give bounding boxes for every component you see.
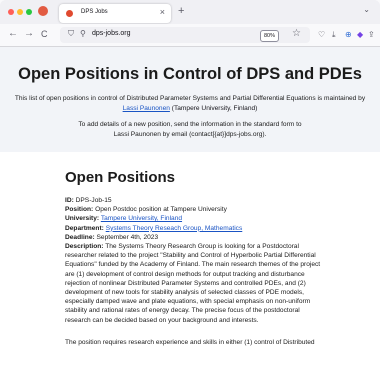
url-text[interactable]: dps-jobs.org [92,30,131,37]
share-icon[interactable]: ⇪ [368,30,375,40]
navigation-toolbar: ← → C ⛉ ⚲ dps-jobs.org 80% ☆ ♡ ⤓ ⊕ ◆ ⇪ [0,24,380,47]
maintainer-line: Lassi Paunonen (Tampere University, Finl… [0,105,380,112]
minimize-window-button[interactable] [17,9,23,15]
bookmark-star-icon[interactable]: ☆ [292,28,301,39]
job-id: DPS-Job-15 [75,197,112,204]
university-row: University: Tampere University, Finland [65,215,183,223]
list-tabs-button[interactable]: ⌄ [363,5,370,14]
address-bar[interactable]: ⛉ ⚲ dps-jobs.org 80% ☆ [60,27,310,43]
description-line: researcher related to the project "Stabi… [65,252,316,260]
submission-instructions: To add details of a new position, send t… [0,120,380,140]
reload-button[interactable]: C [41,28,48,40]
page-title: Open Positions in Control of DPS and PDE… [18,65,362,83]
maintainer-affiliation: (Tampere University, Finland) [171,105,258,112]
description-line: development of new tools for stability a… [65,289,304,297]
new-tab-button[interactable]: + [178,5,184,17]
university-link[interactable]: Tampere University, Finland [101,215,182,222]
extension-icon[interactable]: ◆ [357,30,363,40]
tab-close-icon[interactable]: × [160,7,165,18]
howto-line-2: Lassi Paunonen by email (contact[{at}]dp… [113,131,267,138]
position-value: Open Postdoc position at Tampere Univers… [95,206,227,214]
job-listing: ID: DPS-Job-15 Position: Open Postdoc po… [65,196,365,325]
pocket-icon[interactable]: ♡ [318,30,325,40]
close-window-button[interactable] [8,9,14,15]
description-line: especially damped wave and plate equatio… [65,298,311,306]
description-line: research can be decided based on your ba… [65,316,259,324]
description-line: The Systems Theory Research Group is loo… [105,243,299,251]
intro-text: This list of open positions in control o… [14,95,366,102]
back-button[interactable]: ← [8,28,18,40]
deadline-row: Deadline: September 4th, 2023 [65,233,159,241]
section-heading: Open Positions [65,169,176,186]
requirements-line: The position requires research experienc… [65,339,315,346]
tab-strip: DPS Jobs × + ⌄ [0,0,380,24]
description-line: Equations" funded by the Academy of Finl… [65,261,321,269]
requirements-paragraph: The position requires research experienc… [65,338,365,347]
page-header: Open Positions in Control of DPS and PDE… [0,47,380,152]
maintainer-link[interactable]: Lassi Paunonen [123,105,170,112]
downloads-icon[interactable]: ⤓ [332,30,336,40]
forward-button[interactable]: → [24,28,34,40]
pinned-tab-icon[interactable] [38,6,48,16]
howto-line-1: To add details of a new position, send t… [78,121,302,128]
site-favicon-icon [66,10,73,17]
account-icon[interactable]: ⊕ [345,30,352,40]
page-content: Open Positions in Control of DPS and PDE… [0,47,380,378]
tab-title: DPS Jobs [81,9,108,15]
tab-dps-jobs[interactable]: DPS Jobs × [59,4,171,23]
description-line: are (1) development of control design me… [65,270,305,278]
department-row: Department: Systems Theory Reseach Group… [65,224,243,232]
job-id-row: ID: DPS-Job-15 [65,197,112,204]
zoom-level-button[interactable]: 80% [260,30,280,42]
positions-section: Open Positions ID: DPS-Job-15 Position: … [65,169,365,346]
description-block: Description: The Systems Theory Research… [65,242,365,325]
maximize-window-button[interactable] [26,9,32,15]
department-link[interactable]: Systems Theory Reseach Group, Mathematic… [106,225,243,232]
shield-icon[interactable]: ⛉ [68,29,74,39]
description-line: stability and rational rates of energy d… [65,307,300,315]
lock-icon[interactable]: ⚲ [80,29,86,38]
position-row: Position: Open Postdoc position at Tampe… [65,206,227,214]
browser-window: DPS Jobs × + ⌄ ← → C ⛉ ⚲ dps-jobs.org 80… [0,0,380,378]
description-line: rejection of nonlinear Distributed Param… [65,279,306,287]
deadline-value: September 4th, 2023 [96,233,159,241]
